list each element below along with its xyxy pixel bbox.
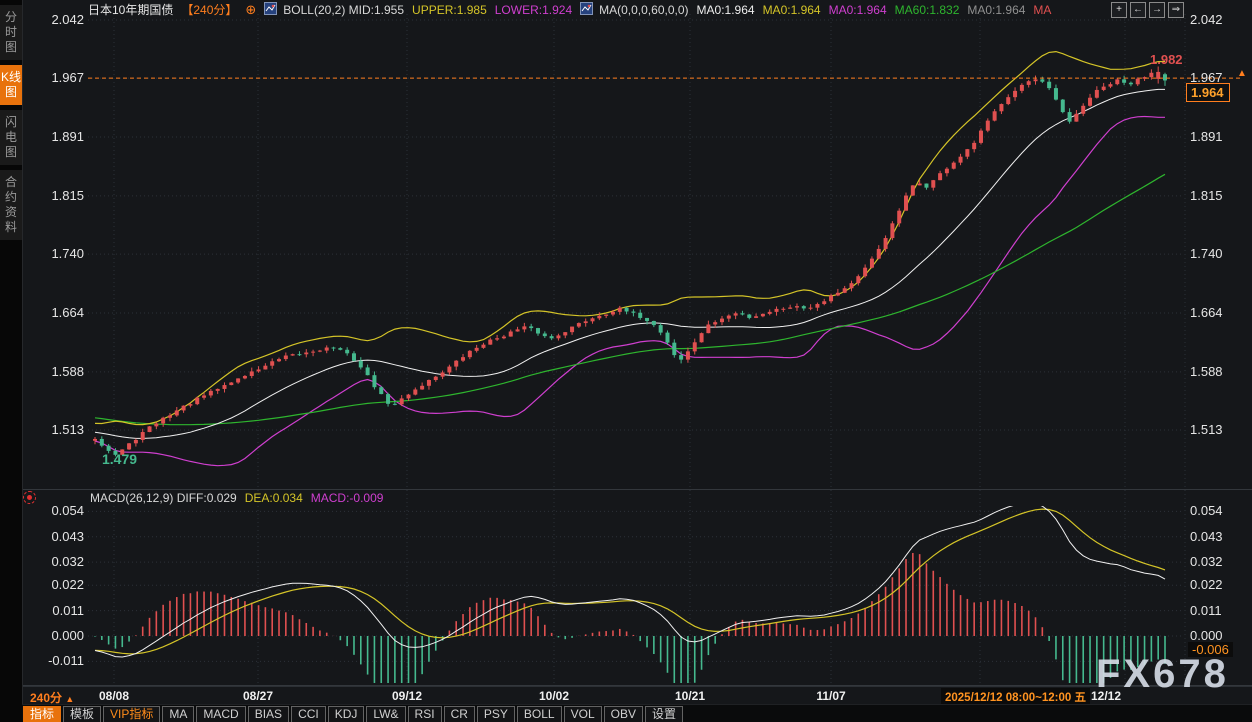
toolbar-tab-模板[interactable]: 模板 bbox=[63, 706, 101, 722]
price-axis-label-right: 1.588 bbox=[1190, 364, 1250, 379]
indicator-label: MA(0,0,0,60,0,0) bbox=[599, 3, 688, 17]
price-axis-label-left: 1.815 bbox=[30, 188, 84, 203]
price-axis-label-right: 1.513 bbox=[1190, 422, 1250, 437]
toolbar-tab-boll[interactable]: BOLL bbox=[517, 706, 562, 722]
indicator-label: MA0:1.964 bbox=[829, 3, 887, 17]
toolbar-tab-rsi[interactable]: RSI bbox=[408, 706, 442, 722]
period-arrow-icon: ▲ bbox=[65, 694, 74, 704]
indicator-label: MA60:1.832 bbox=[895, 3, 960, 17]
add-circle-icon[interactable]: ⊕ bbox=[245, 2, 256, 18]
window-icons: +←→⇒ bbox=[1111, 2, 1184, 18]
price-axis-label-right: 1.664 bbox=[1190, 305, 1250, 320]
macd-axis-label-right: 0.022 bbox=[1190, 577, 1250, 592]
toolbar-tab-obv[interactable]: OBV bbox=[604, 706, 643, 722]
session-low-label: 1.479 bbox=[102, 451, 137, 467]
x-tick-label: 10/21 bbox=[675, 689, 705, 703]
toolbar-tab-psy[interactable]: PSY bbox=[477, 706, 515, 722]
macd-axis-label-left: 0.011 bbox=[30, 603, 84, 618]
toolbar-tab-指标[interactable]: 指标 bbox=[23, 706, 61, 722]
price-axis-label-right: 1.740 bbox=[1190, 246, 1250, 261]
x-tick-label: 09/12 bbox=[392, 689, 422, 703]
session-high-label: 1.982 bbox=[1150, 52, 1183, 67]
price-axis-label-left: 1.664 bbox=[30, 305, 84, 320]
toolbar-tab-macd[interactable]: MACD bbox=[196, 706, 245, 722]
indicator-toolbar: 指标模板VIP指标MAMACDBIASCCIKDJLW&RSICRPSYBOLL… bbox=[22, 704, 1252, 722]
sidebar-item-tab[interactable]: 闪电图 bbox=[0, 110, 22, 165]
price-axis-label-right: 1.815 bbox=[1190, 188, 1250, 203]
macd-axis-label-left: -0.011 bbox=[30, 653, 84, 668]
chart-canvas[interactable] bbox=[0, 0, 1252, 722]
indicator-label: LOWER:1.924 bbox=[495, 3, 572, 17]
price-axis-label-right: 1.891 bbox=[1190, 129, 1250, 144]
x-tick-label: 11/07 bbox=[816, 689, 845, 703]
toolbar-tab-vol[interactable]: VOL bbox=[564, 706, 602, 722]
crosshair-icon[interactable]: + bbox=[1111, 2, 1127, 18]
x-tick-label: 08/08 bbox=[99, 689, 129, 703]
macd-axis-label-right: 0.032 bbox=[1190, 554, 1250, 569]
price-axis-label-left: 1.967 bbox=[30, 70, 84, 85]
mini-chart-icon[interactable] bbox=[264, 2, 277, 18]
macd-axis-label-left: 0.054 bbox=[30, 503, 84, 518]
price-axis-label-right: 2.042 bbox=[1190, 12, 1250, 27]
mini-chart-icon[interactable] bbox=[580, 2, 593, 18]
indicator-label: MA0:1.964 bbox=[967, 3, 1025, 17]
sidebar-item-tab[interactable]: 合约资料 bbox=[0, 170, 22, 240]
price-axis-label-left: 1.588 bbox=[30, 364, 84, 379]
macd-indicator-label: MACD(26,12,9) DIFF:0.029 bbox=[90, 491, 237, 505]
indicator-label: UPPER:1.985 bbox=[412, 3, 487, 17]
indicator-settings-icon[interactable] bbox=[23, 491, 36, 504]
price-axis-label-left: 1.891 bbox=[30, 129, 84, 144]
x-tick-label: 08/27 bbox=[243, 689, 273, 703]
period-label: 240分 bbox=[30, 691, 62, 705]
price-axis-label-left: 1.740 bbox=[30, 246, 84, 261]
toolbar-tab-cr[interactable]: CR bbox=[444, 706, 475, 722]
collapse-right-icon[interactable]: ⇒ bbox=[1168, 2, 1184, 18]
macd-axis-label-left: 0.043 bbox=[30, 529, 84, 544]
current-price-box: 1.964 bbox=[1186, 83, 1230, 102]
toolbar-tab-ma[interactable]: MA bbox=[162, 706, 194, 722]
toolbar-tab-vip指标[interactable]: VIP指标 bbox=[103, 706, 160, 722]
toolbar-tab-lw&[interactable]: LW& bbox=[366, 706, 405, 722]
axis-scale-right-icon[interactable]: → bbox=[1149, 2, 1165, 18]
x-axis-row: 240分 ▲ 08/0808/2709/1210/0210/2111/07 20… bbox=[22, 686, 1252, 705]
sidebar: 分时图 K线图闪电图合约资料 bbox=[0, 0, 23, 722]
x-tick-label: 10/02 bbox=[539, 689, 569, 703]
indicator-label: 日本10年期国债 bbox=[88, 1, 173, 18]
macd-indicator-label: MACD:-0.009 bbox=[311, 491, 384, 505]
price-axis-label-left: 2.042 bbox=[30, 12, 84, 27]
fx678-watermark: FX678 bbox=[1096, 652, 1229, 697]
macd-indicator-label: DEA:0.034 bbox=[245, 491, 303, 505]
price-arrow-icon: ▲ bbox=[1237, 68, 1247, 79]
toolbar-tab-bias[interactable]: BIAS bbox=[248, 706, 289, 722]
toolbar-tab-cci[interactable]: CCI bbox=[291, 706, 326, 722]
macd-axis-label-left: 0.000 bbox=[30, 628, 84, 643]
axis-scale-left-icon[interactable]: ← bbox=[1130, 2, 1146, 18]
indicator-label: 【240分】 bbox=[181, 1, 237, 18]
sidebar-item-tab[interactable]: 分时图 bbox=[0, 5, 22, 60]
macd-axis-label-right: 0.011 bbox=[1190, 603, 1250, 618]
macd-header: MACD(26,12,9) DIFF:0.029 DEA:0.034 MACD:-0… bbox=[90, 491, 391, 505]
macd-axis-label-right: 0.000 bbox=[1190, 628, 1250, 643]
toolbar-tab-设置[interactable]: 设置 bbox=[645, 706, 683, 722]
price-axis-label-left: 1.513 bbox=[30, 422, 84, 437]
app-window: 分时图 K线图闪电图合约资料 日本10年期国债【240分】 ⊕ BOLL(20,2) … bbox=[0, 0, 1252, 722]
chart-header: 日本10年期国债【240分】 ⊕ BOLL(20,2) MID:1.955 UPPER… bbox=[88, 1, 1116, 18]
sidebar-item-kline-active[interactable]: K线图 bbox=[0, 65, 22, 105]
indicator-label: MA bbox=[1033, 3, 1051, 17]
indicator-label: MA0:1.964 bbox=[697, 3, 755, 17]
macd-axis-label-left: 0.032 bbox=[30, 554, 84, 569]
toolbar-tab-kdj[interactable]: KDJ bbox=[328, 706, 365, 722]
macd-axis-label-left: 0.022 bbox=[30, 577, 84, 592]
macd-axis-label-right: 0.043 bbox=[1190, 529, 1250, 544]
macd-axis-label-right: 0.054 bbox=[1190, 503, 1250, 518]
indicator-label: MA0:1.964 bbox=[763, 3, 821, 17]
indicator-label: BOLL(20,2) MID:1.955 bbox=[283, 3, 404, 17]
